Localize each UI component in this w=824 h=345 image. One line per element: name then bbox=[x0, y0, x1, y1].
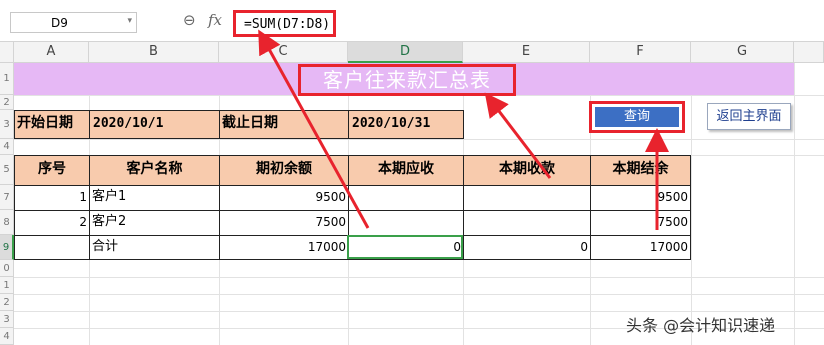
arrow-to-formula bbox=[258, 29, 370, 229]
annotation-arrows bbox=[258, 29, 669, 230]
watermark-text: 头条 @会计知识速递 bbox=[626, 316, 776, 335]
arrow-to-title bbox=[484, 92, 552, 179]
